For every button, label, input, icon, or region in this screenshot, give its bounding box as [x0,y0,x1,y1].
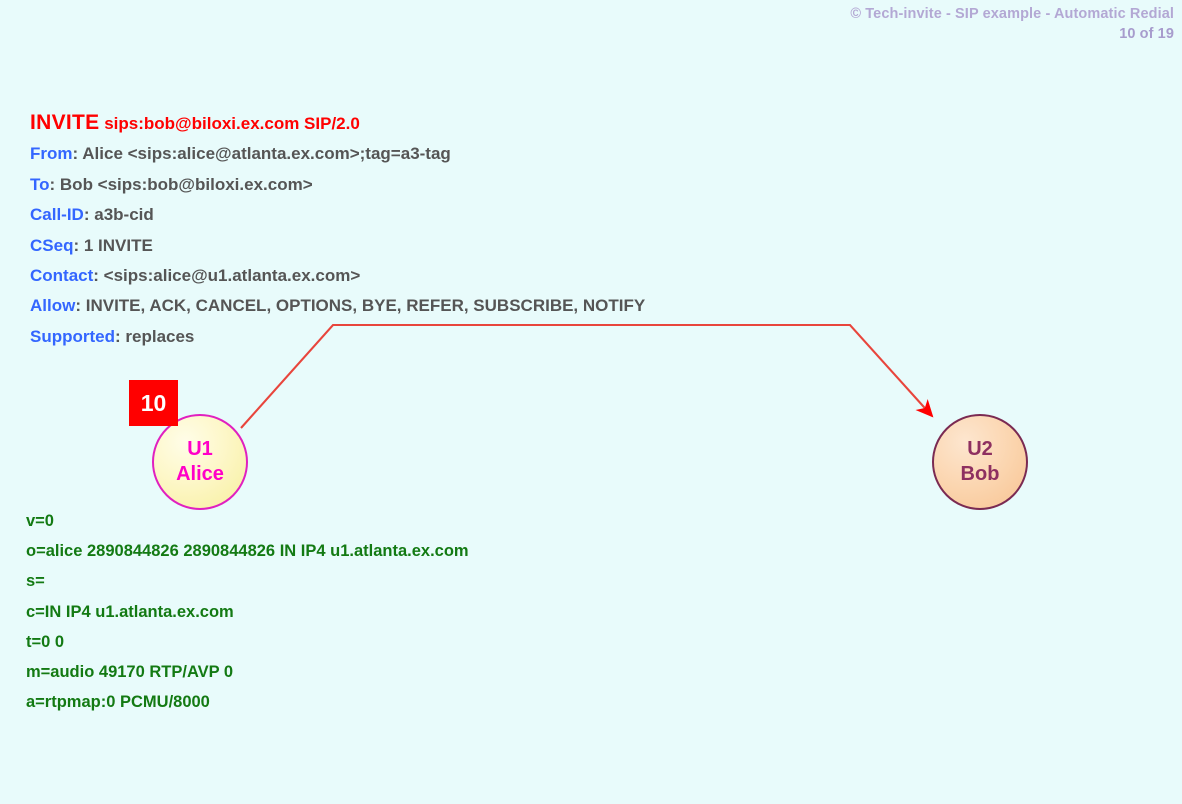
node-u1-alice[interactable]: U1 Alice [152,414,248,510]
sip-header-value: 1 INVITE [83,235,153,255]
sip-header-name: Allow [30,296,76,316]
sdp-line: s= [26,572,45,591]
node-u1-id: U1 [187,438,213,460]
sip-header-value: INVITE, ACK, CANCEL, OPTIONS, BYE, REFER… [85,296,646,316]
sip-header-separator: : [72,144,83,164]
sip-message-block: INVITE sips:bob@biloxi.ex.com SIP/2.0 Fr… [30,108,645,352]
sip-header-separator: : [115,326,126,346]
sip-header-name: Supported [30,326,115,346]
sdp-line: o=alice 2890844826 2890844826 IN IP4 u1.… [26,542,469,561]
sip-header-value: a3b-cid [94,205,154,225]
node-u2-name: Bob [960,463,1000,485]
sip-request-method: INVITE [30,111,100,134]
sdp-body-block: v=0 o=alice 2890844826 2890844826 IN IP4… [26,506,469,717]
sip-header-name: CSeq [30,235,74,255]
sip-header-value: replaces [125,326,195,346]
sip-header-separator: : [75,296,86,316]
sip-header-call-id: Call-ID: a3b-cid [30,200,645,230]
sip-header-separator: : [73,235,84,255]
sdp-line: m=audio 49170 RTP/AVP 0 [26,663,234,682]
sip-request-line: INVITE sips:bob@biloxi.ex.com SIP/2.0 [30,108,645,139]
sip-header-separator: : [49,174,60,194]
sdp-line: t=0 0 [26,632,65,651]
sdp-line: v=0 [26,512,54,530]
sip-header-cseq: CSeq: 1 INVITE [30,231,645,261]
sip-header-value: Bob <sips:bob@biloxi.ex.com> [59,174,313,194]
sip-header-separator: : [83,205,95,225]
sip-header-supported: Supported: replaces [30,322,645,352]
sip-header-name: Call-ID [30,205,84,225]
sip-header-from: From: Alice <sips:alice@atlanta.ex.com>;… [30,139,645,169]
node-u2-bob[interactable]: U2 Bob [932,414,1028,510]
sip-header-contact: Contact: <sips:alice@u1.atlanta.ex.com> [30,261,645,291]
sip-header-separator: : [93,266,104,286]
sip-header-value: Alice <sips:alice@atlanta.ex.com>;tag=a3… [82,144,451,164]
sip-header-to: To: Bob <sips:bob@biloxi.ex.com> [30,170,645,200]
sip-request-uri: sips:bob@biloxi.ex.com SIP/2.0 [104,114,360,133]
slide-header: © Tech-invite - SIP example - Automatic … [850,5,1174,44]
step-number-badge: 10 [129,380,178,426]
node-u2-id: U2 [967,438,993,460]
slide-canvas: © Tech-invite - SIP example - Automatic … [0,0,1182,804]
sip-header-name: To [30,174,50,194]
sdp-line: c=IN IP4 u1.atlanta.ex.com [26,602,234,621]
sip-header-name: From [30,144,73,164]
sdp-line: a=rtpmap:0 PCMU/8000 [26,693,210,712]
header-title: © Tech-invite - SIP example - Automatic … [850,6,1174,22]
sip-header-value: <sips:alice@u1.atlanta.ex.com> [103,266,361,286]
sip-header-allow: Allow: INVITE, ACK, CANCEL, OPTIONS, BYE… [30,291,645,321]
sip-header-name: Contact [30,266,94,286]
page-indicator: 10 of 19 [1119,25,1174,42]
node-u1-name: Alice [176,463,224,485]
